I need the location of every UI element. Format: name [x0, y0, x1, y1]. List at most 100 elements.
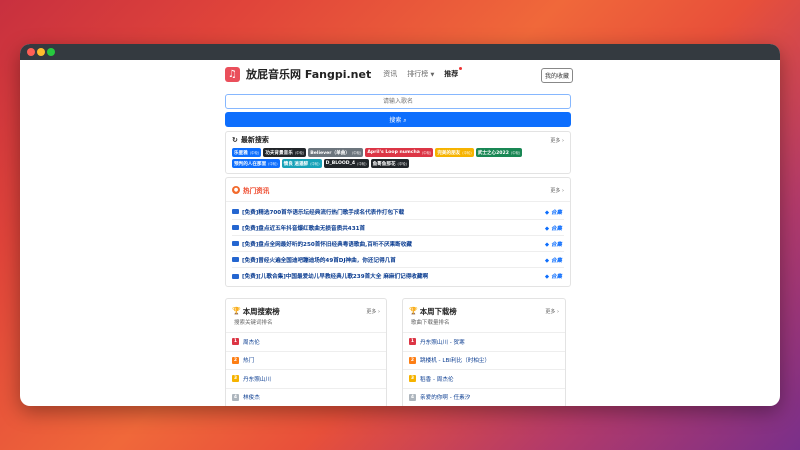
recent-search-tag[interactable]: D_BLOOD_4 (中轮): [323, 159, 369, 168]
recent-search-card: ↻ 最新搜索 更多 › 乐星雅 (中轮) 功夫背景音乐 (中轮) Believer（单曲…: [225, 131, 571, 174]
rank-item[interactable]: 2 热门: [226, 352, 386, 370]
news-title: [免费]精选700首华语乐坛经典流行热门歌手成名代表作打包下载: [242, 209, 405, 216]
folder-icon: [232, 257, 239, 262]
chevron-down-icon: ▼: [430, 72, 435, 78]
minimize-window-button[interactable]: [37, 48, 45, 56]
music-logo-icon: ♫: [225, 66, 240, 82]
news-item[interactable]: [免费][儿歌合集]中国最爱幼儿早教经典儿歌239首大全 麻麻们记得收藏啊 ◆ 合…: [232, 268, 564, 284]
collection-tag-label: 合集: [550, 209, 562, 216]
nav-link-charts[interactable]: 排行榜 ▼: [407, 69, 434, 79]
folder-icon: [232, 273, 239, 279]
recent-tag-suffix: (中轮): [357, 162, 367, 166]
nav-link-news[interactable]: 资讯: [383, 69, 397, 79]
collection-tag-label: 合集: [550, 257, 562, 264]
recent-search-tag[interactable]: 完美的朋友 (中轮): [435, 148, 474, 157]
recent-tag-suffix: (中轮): [397, 162, 407, 166]
trophy-icon: 🏆: [232, 307, 241, 315]
rank-number-badge: 3: [409, 375, 416, 383]
rank-item-label: 林俊杰: [243, 395, 260, 402]
recent-search-tag[interactable]: 武士之心2022 (中轮): [475, 148, 523, 157]
recent-tag-label: 乐星雅: [234, 150, 248, 156]
recent-search-tag[interactable]: 功夫背景音乐 (中轮): [263, 148, 307, 157]
site-brand[interactable]: 放屁音乐网 Fangpi.net: [246, 66, 371, 82]
rank-item[interactable]: 1 丹东照山川 - 贺寒: [403, 333, 565, 352]
rank-item[interactable]: 4 林俊杰: [226, 389, 386, 407]
nav-link-recommend[interactable]: 推荐: [444, 67, 463, 79]
search-input[interactable]: [225, 94, 571, 109]
collection-tag[interactable]: ◆ 合集: [545, 224, 562, 232]
search-rank-more-link[interactable]: 更多 ›: [366, 308, 380, 315]
hot-news-list: [免费]精选700首华语乐坛经典流行热门歌手成名代表作打包下载 ◆ 合集 [免费]盘…: [226, 202, 570, 286]
recent-tag-label: 情良 逍遥醉: [283, 161, 309, 167]
hot-news-title: 热门资讯: [243, 186, 270, 195]
recent-tag-list: 乐星雅 (中轮) 功夫背景音乐 (中轮) Believer（单曲） (中轮) April's…: [232, 148, 564, 168]
rank-number-badge: 4: [409, 393, 416, 401]
window-titlebar: [20, 44, 780, 60]
rank-item-label: 周杰伦: [243, 339, 260, 346]
recent-search-tag[interactable]: 乐星雅 (中轮): [232, 148, 262, 157]
folder-icon: [232, 209, 239, 214]
folder-icon: [232, 241, 239, 246]
recent-more-link[interactable]: 更多 ›: [550, 137, 564, 144]
browser-window: ♫ 放屁音乐网 Fangpi.net 资讯 排行榜 ▼ 推荐 我的收藏 搜索 ⌕…: [20, 44, 780, 406]
recent-tag-suffix: (中轮): [310, 162, 320, 166]
rank-number-badge: 1: [232, 338, 239, 346]
recent-tag-label: 完美的朋友: [437, 150, 461, 156]
recent-search-title: 最新搜索: [240, 136, 269, 144]
rank-item[interactable]: 2 跳楼机 - LBI利比（时柏尘）: [403, 352, 565, 370]
news-item[interactable]: [免费]盘点近五年抖音爆红歌曲无损音质共431首 ◆ 合集: [232, 220, 564, 236]
download-rank-more-link[interactable]: 更多 ›: [545, 308, 559, 315]
recent-tag-suffix: (中轮): [249, 151, 260, 155]
rank-number-badge: 1: [409, 338, 416, 346]
collection-tag[interactable]: ◆ 合集: [545, 208, 562, 216]
recent-search-tag[interactable]: 预判的人在那里 (中轮): [232, 159, 280, 168]
search-rank-list: 1 周杰伦 2 热门 3 丹东照山川 4 林俊杰: [226, 332, 386, 406]
page-content: ♫ 放屁音乐网 Fangpi.net 资讯 排行榜 ▼ 推荐 我的收藏 搜索 ⌕…: [20, 60, 780, 406]
recent-search-tag[interactable]: 鱼哥鱼那花 (中轮): [370, 159, 409, 168]
rank-item[interactable]: 1 周杰伦: [226, 333, 386, 352]
rank-item-label: 丹东照山川 - 贺寒: [420, 339, 465, 346]
top-nav: ♫ 放屁音乐网 Fangpi.net 资讯 排行榜 ▼ 推荐 我的收藏: [225, 60, 573, 88]
recent-tag-suffix: (中轮): [268, 162, 278, 166]
news-item[interactable]: [免费]曾经火遍全国迪吧蹦迪场的49首DJ神曲，你还记得几首 ◆ 合集: [232, 252, 564, 268]
recent-tag-label: D_BLOOD_4: [325, 161, 356, 166]
rank-item-label: 跳楼机 - LBI利比（时柏尘）: [420, 358, 491, 365]
my-favorites-button[interactable]: 我的收藏: [540, 68, 573, 83]
rank-item-label: 亲爱的你啊 - 任素汐: [420, 395, 471, 402]
recent-search-tag[interactable]: 情良 逍遥醉 (中轮): [281, 159, 322, 168]
download-rank-list: 1 丹东照山川 - 贺寒 2 跳楼机 - LBI利比（时柏尘） 3 稻香 - 周杰伦 4 亲爱…: [403, 332, 565, 406]
download-rank-subtitle: 歌曲下载量排名: [411, 320, 450, 326]
search-button[interactable]: 搜索 ⌕: [225, 112, 571, 127]
collection-tag[interactable]: ◆ 合集: [545, 272, 562, 280]
news-title: [免费]盘点近五年抖音爆红歌曲无损音质共431首: [242, 225, 366, 232]
collection-tag-label: 合集: [550, 225, 562, 232]
weekly-download-rank-card: 🏆 本周下载榜 更多 › 歌曲下载量排名 1 丹东照山川 - 贺寒 2 跳楼机 - L…: [402, 298, 566, 406]
rank-item[interactable]: 4 亲爱的你啊 - 任素汐: [403, 389, 565, 407]
maximize-window-button[interactable]: [47, 48, 55, 56]
recent-tag-suffix: (中轮): [510, 151, 521, 155]
news-item[interactable]: [免费]精选700首华语乐坛经典流行热门歌手成名代表作打包下载 ◆ 合集: [232, 204, 564, 220]
folder-icon: [232, 225, 239, 230]
hot-news-card: ● 热门资讯 更多 › [免费]精选700首华语乐坛经典流行热门歌手成名代表作打…: [225, 177, 571, 287]
weekly-search-rank-card: 🏆 本周搜索榜 更多 › 搜索关键词排名 1 周杰伦 2 热门 3 丹东照山川 4 林俊杰: [225, 298, 387, 406]
hot-more-link[interactable]: 更多 ›: [550, 187, 564, 194]
collection-tag-label: 合集: [550, 274, 562, 280]
hot-news-header: ● 热门资讯 更多 ›: [226, 178, 570, 202]
recent-tag-label: 功夫背景音乐: [265, 150, 293, 156]
search-rank-title: 本周搜索榜: [242, 306, 280, 316]
download-rank-title: 本周下载榜: [419, 306, 457, 316]
close-window-button[interactable]: [27, 48, 35, 56]
rank-item[interactable]: 3 稻香 - 周杰伦: [403, 370, 565, 389]
fire-icon: ●: [232, 185, 240, 194]
recent-search-tag[interactable]: Believer（单曲） (中轮): [308, 148, 364, 157]
download-rank-header: 🏆 本周下载榜 更多 ›: [403, 299, 565, 316]
rank-item[interactable]: 3 丹东照山川: [226, 370, 386, 389]
rank-number-badge: 2: [232, 356, 239, 364]
collection-tag[interactable]: ◆ 合集: [545, 256, 562, 264]
nav-link-charts-label: 排行榜: [407, 70, 429, 78]
collection-tag-label: 合集: [550, 241, 562, 248]
news-item[interactable]: [免费]盘点全网最好听的250首怀旧经典粤语歌曲,百听不厌果断收藏 ◆ 合集: [232, 236, 564, 252]
recent-search-tag[interactable]: April's Loop numcha (中轮): [365, 148, 434, 157]
history-icon: ↻: [232, 136, 238, 144]
collection-tag[interactable]: ◆ 合集: [545, 240, 562, 248]
